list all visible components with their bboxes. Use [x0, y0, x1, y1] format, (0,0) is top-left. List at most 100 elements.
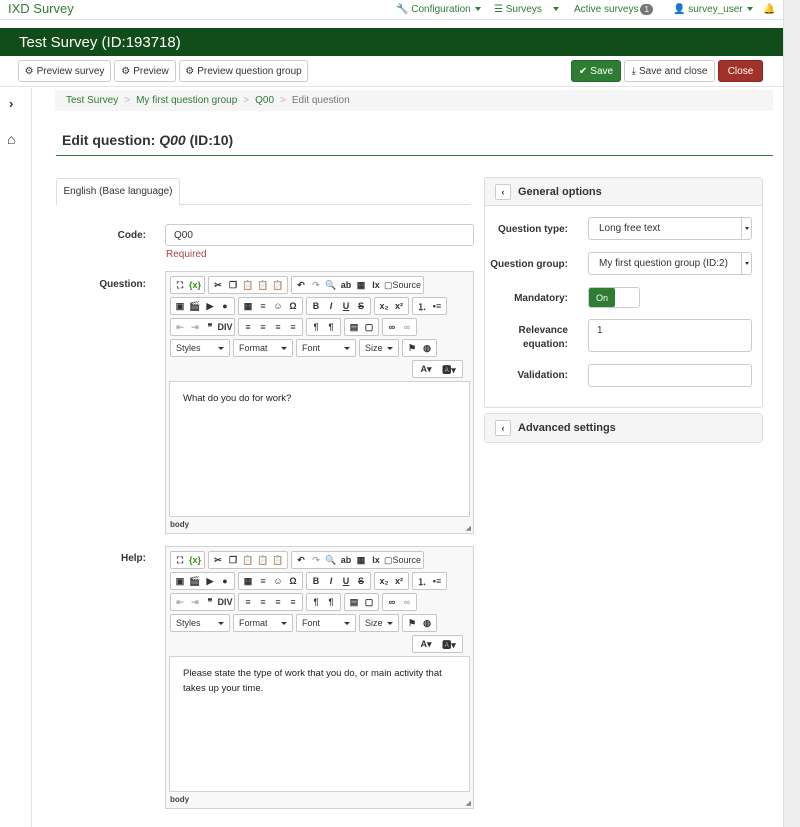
paste-icon[interactable]: 📋 [241, 278, 255, 292]
chevron-left-icon[interactable]: ‹ [495, 183, 511, 200]
paste-word-icon[interactable]: 📋 [271, 278, 285, 292]
validation-input[interactable] [588, 364, 752, 387]
preview-survey-button[interactable]: ⚙ Preview survey [18, 60, 111, 82]
youtube-icon[interactable]: ▶ [203, 574, 217, 588]
indent-icon[interactable]: ⇥ [188, 595, 202, 609]
link-icon[interactable]: ∞ [385, 595, 399, 609]
align-center-icon[interactable]: ≡ [256, 595, 270, 609]
nav-user[interactable]: 👤 survey_user [673, 4, 753, 15]
align-left-icon[interactable]: ≡ [241, 595, 255, 609]
link-icon[interactable]: ∞ [385, 320, 399, 334]
align-center-icon[interactable]: ≡ [256, 320, 270, 334]
preview-group-button[interactable]: ⚙ Preview question group [179, 60, 308, 82]
video-icon[interactable]: 🎬 [188, 574, 202, 588]
ltr-icon[interactable]: ¶ [309, 595, 323, 609]
resize-handle[interactable]: ◢ [466, 524, 471, 532]
format-dropdown[interactable]: Format [233, 614, 293, 632]
templates-icon[interactable]: ▤ [347, 320, 361, 334]
mandatory-toggle[interactable]: On [588, 287, 640, 308]
image-icon[interactable]: ▣ [173, 574, 187, 588]
bold-icon[interactable]: B [309, 299, 323, 313]
document-icon[interactable]: ▢ [362, 320, 376, 334]
breadcrumb-group[interactable]: My first question group [136, 95, 237, 106]
remove-format-icon[interactable]: Ix [369, 553, 383, 567]
paste-word-icon[interactable]: 📋 [271, 553, 285, 567]
blockquote-icon[interactable]: ❞ [203, 595, 217, 609]
text-color-icon[interactable]: A▾ [415, 362, 437, 376]
bg-color-icon[interactable]: 🅰▾ [438, 637, 460, 651]
nav-configuration[interactable]: 🔧 Configuration [396, 4, 481, 15]
copy-icon[interactable]: ❐ [226, 278, 240, 292]
justify-icon[interactable]: ≡ [286, 320, 300, 334]
underline-icon[interactable]: U [339, 574, 353, 588]
rtl-icon[interactable]: ¶ [324, 595, 338, 609]
select-all-icon[interactable]: ▦ [354, 278, 368, 292]
underline-icon[interactable]: U [339, 299, 353, 313]
smiley-icon[interactable]: ☺ [271, 574, 285, 588]
strike-icon[interactable]: S [354, 299, 368, 313]
chevron-right-icon[interactable]: › [9, 96, 13, 111]
nav-active-surveys[interactable]: Active surveys 1 [574, 4, 653, 15]
paste-text-icon[interactable]: 📋 [256, 553, 270, 567]
relevance-input[interactable]: 1 [588, 319, 752, 352]
help-text-area[interactable]: Please state the type of work that you d… [169, 656, 470, 792]
subscript-icon[interactable]: x₂ [377, 574, 391, 588]
flag-icon[interactable]: ⚑ [405, 616, 419, 630]
bell-icon[interactable]: 🔔 [763, 4, 775, 15]
code-input[interactable]: Q00 [165, 224, 474, 246]
breadcrumb-question[interactable]: Q00 [255, 95, 274, 106]
outdent-icon[interactable]: ⇤ [173, 595, 187, 609]
image-icon[interactable]: ▣ [173, 299, 187, 313]
cut-icon[interactable]: ✂ [211, 278, 225, 292]
indent-icon[interactable]: ⇥ [188, 320, 202, 334]
align-right-icon[interactable]: ≡ [271, 595, 285, 609]
italic-icon[interactable]: I [324, 574, 338, 588]
div-icon[interactable]: DIV [218, 320, 233, 334]
div-icon[interactable]: DIV [218, 595, 233, 609]
nav-surveys[interactable]: ☰ Surveys [494, 4, 542, 15]
size-dropdown[interactable]: Size [359, 339, 399, 357]
horizontal-rule-icon[interactable]: ≡ [256, 574, 270, 588]
surveys-dropdown[interactable] [549, 4, 561, 15]
flash-icon[interactable]: ● [218, 299, 232, 313]
table-icon[interactable]: ▦ [241, 574, 255, 588]
close-button[interactable]: Close [718, 60, 763, 82]
italic-icon[interactable]: I [324, 299, 338, 313]
youtube-icon[interactable]: ▶ [203, 299, 217, 313]
undo-icon[interactable]: ↶ [294, 553, 308, 567]
size-dropdown[interactable]: Size [359, 614, 399, 632]
question-text-area[interactable]: What do you do for work? [169, 381, 470, 517]
unlink-icon[interactable]: ∞ [400, 320, 414, 334]
bold-icon[interactable]: B [309, 574, 323, 588]
undo-icon[interactable]: ↶ [294, 278, 308, 292]
smiley-icon[interactable]: ☺ [271, 299, 285, 313]
flag-icon[interactable]: ⚑ [405, 341, 419, 355]
save-button[interactable]: ✔ Save [571, 60, 621, 82]
blockquote-icon[interactable]: ❞ [203, 320, 217, 334]
superscript-icon[interactable]: x² [392, 574, 406, 588]
question-type-select[interactable]: Long free text [588, 217, 752, 240]
replace-icon[interactable]: ab [339, 278, 353, 292]
font-dropdown[interactable]: Font [296, 614, 356, 632]
paste-text-icon[interactable]: 📋 [256, 278, 270, 292]
bullet-list-icon[interactable]: •≡ [430, 299, 444, 313]
maximize-icon[interactable]: ⛶ [173, 278, 187, 292]
paste-icon[interactable]: 📋 [241, 553, 255, 567]
subscript-icon[interactable]: x₂ [377, 299, 391, 313]
general-options-header[interactable]: ‹ General options [485, 178, 762, 206]
unlink-icon[interactable]: ∞ [400, 595, 414, 609]
format-dropdown[interactable]: Format [233, 339, 293, 357]
source-button[interactable]: ▢ Source [384, 278, 421, 292]
brand-logo[interactable]: IXD Survey [8, 1, 74, 16]
select-all-icon[interactable]: ▦ [354, 553, 368, 567]
strike-icon[interactable]: S [354, 574, 368, 588]
styles-dropdown[interactable]: Styles [170, 614, 230, 632]
globe-icon[interactable]: ◍ [420, 341, 434, 355]
expression-icon[interactable]: {x} [188, 553, 202, 567]
ltr-icon[interactable]: ¶ [309, 320, 323, 334]
document-icon[interactable]: ▢ [362, 595, 376, 609]
redo-icon[interactable]: ↷ [309, 553, 323, 567]
replace-icon[interactable]: ab [339, 553, 353, 567]
special-char-icon[interactable]: Ω [286, 574, 300, 588]
special-char-icon[interactable]: Ω [286, 299, 300, 313]
